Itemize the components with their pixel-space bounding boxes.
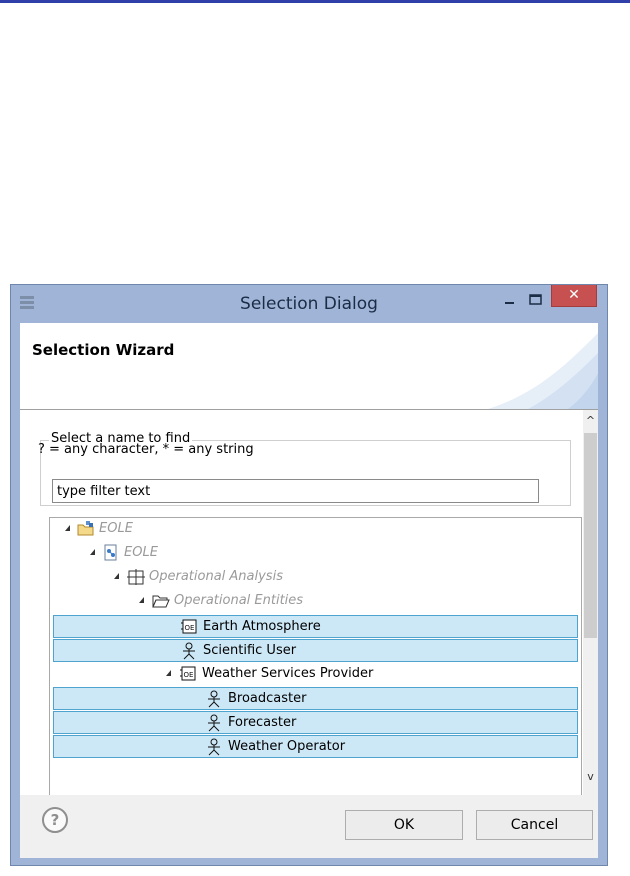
button-bar: ? OK Cancel (20, 795, 598, 858)
entity-icon: OE (181, 619, 197, 634)
dialog-content: Select a name to find ? = any character,… (20, 410, 598, 796)
maximize-button[interactable] (523, 291, 547, 311)
close-button[interactable]: ✕ (551, 285, 597, 307)
tree-item-broadcaster[interactable]: Broadcaster (53, 687, 578, 710)
vertical-scrollbar[interactable]: ^ v (583, 410, 598, 795)
tree-item-scientific-user[interactable]: Scientific User (53, 639, 578, 662)
tree-item-eole-project[interactable]: EOLE (50, 518, 579, 541)
tree-item-label: Earth Atmosphere (203, 619, 321, 634)
project-folder-icon (77, 521, 94, 536)
actor-icon (208, 738, 220, 756)
tree-item-operational-analysis[interactable]: Operational Analysis (50, 566, 579, 589)
collapse-arrow-icon[interactable] (65, 525, 70, 531)
folder-icon (152, 595, 170, 608)
ok-button[interactable]: OK (345, 810, 463, 840)
grid-icon (127, 569, 145, 585)
top-accent-line (0, 0, 630, 3)
help-icon[interactable]: ? (42, 807, 68, 833)
wizard-banner: Selection Wizard (20, 323, 598, 410)
svg-text:OE: OE (184, 671, 194, 679)
scroll-up-arrow-icon[interactable]: ^ (583, 414, 598, 430)
tree-item-label: Weather Operator (228, 739, 346, 754)
tree-item-label: Broadcaster (228, 691, 307, 706)
tree-item-forecaster[interactable]: Forecaster (53, 711, 578, 734)
banner-decoration (488, 333, 598, 409)
selection-dialog-window: Selection Dialog ✕ Selection Wizard Sele… (10, 284, 608, 866)
tree-item-eole-model[interactable]: EOLE (50, 542, 579, 565)
collapse-arrow-icon[interactable] (139, 597, 144, 603)
title-bar[interactable]: Selection Dialog ✕ (11, 285, 607, 323)
tree-item-operational-entities[interactable]: Operational Entities (50, 590, 579, 613)
tree-item-weather-services-provider[interactable]: OE Weather Services Provider (50, 663, 579, 686)
tree-item-label: Scientific User (203, 643, 297, 658)
actor-icon (183, 642, 195, 660)
model-icon (104, 544, 117, 561)
wizard-title: Selection Wizard (32, 341, 175, 359)
collapse-arrow-icon[interactable] (166, 670, 171, 676)
tree-item-earth-atmosphere[interactable]: OE Earth Atmosphere (53, 615, 578, 638)
tree-item-weather-operator[interactable]: Weather Operator (53, 735, 578, 758)
actor-icon (208, 690, 220, 708)
element-tree[interactable]: EOLE EOLE Operational Analysis Operation… (49, 517, 582, 796)
scroll-thumb[interactable] (584, 433, 597, 638)
tree-item-label: Forecaster (228, 715, 297, 730)
minimize-button[interactable] (497, 291, 521, 311)
tree-item-label: Weather Services Provider (202, 666, 374, 681)
actor-icon (208, 714, 220, 732)
tree-item-label: Operational Analysis (149, 569, 283, 584)
cancel-button[interactable]: Cancel (476, 810, 593, 840)
scroll-down-arrow-icon[interactable]: v (583, 770, 598, 786)
dialog-client-area: Selection Wizard Select a name to find ?… (20, 323, 598, 858)
collapse-arrow-icon[interactable] (90, 549, 95, 555)
filter-hint: ? = any character, * = any string (38, 442, 254, 457)
collapse-arrow-icon[interactable] (114, 573, 119, 579)
tree-item-label: EOLE (99, 521, 133, 536)
tree-item-label: EOLE (124, 545, 158, 560)
filter-input[interactable] (52, 479, 539, 503)
svg-text:OE: OE (185, 624, 195, 632)
tree-item-label: Operational Entities (174, 593, 304, 608)
entity-icon: OE (180, 666, 196, 681)
